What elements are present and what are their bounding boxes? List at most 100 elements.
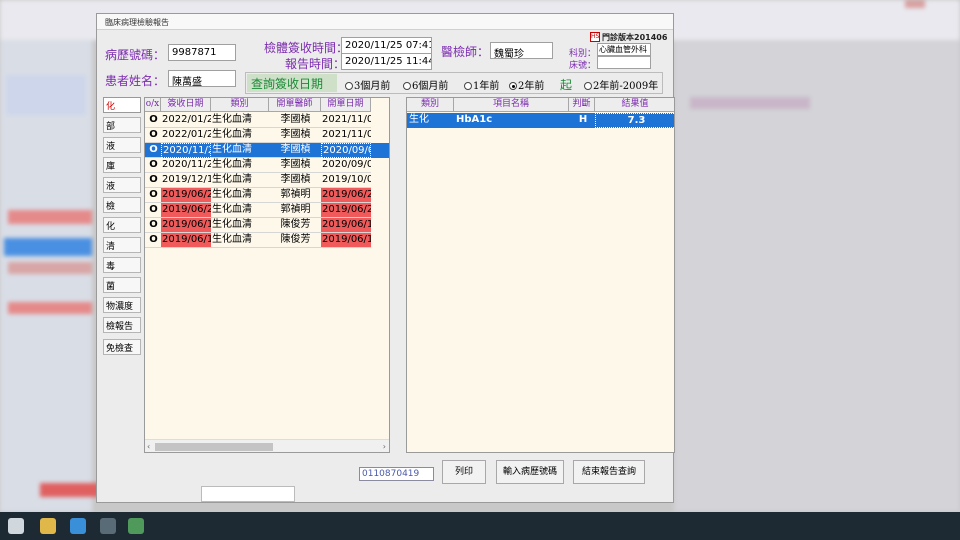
ox-cell: O bbox=[145, 113, 161, 128]
radio-label: 6個月前 bbox=[412, 81, 449, 92]
result-item-cell: HbA1c bbox=[456, 114, 493, 125]
side-button[interactable]: 清 bbox=[103, 237, 141, 253]
start-icon[interactable] bbox=[8, 518, 24, 534]
column-header-doctor[interactable]: 開單醫師 bbox=[269, 98, 321, 112]
radio-2-years[interactable]: 2年前 bbox=[509, 77, 544, 92]
browser-icon[interactable] bbox=[70, 518, 86, 534]
column-header-category[interactable]: 類別 bbox=[211, 98, 269, 112]
result-value-cell: 7.3 bbox=[595, 113, 674, 128]
side-button[interactable]: 庫 bbox=[103, 157, 141, 173]
order-date-cell: 2019/10/01 bbox=[321, 173, 371, 188]
lab-report-dialog: 臨床病理檢驗報告 病歷號碼： 9987871 患者姓名： 陳萬盛 檢體簽收時間：… bbox=[96, 13, 675, 503]
category-cell: 生化血清 bbox=[211, 158, 269, 173]
radio-2-years-2009[interactable]: 2年前-2009年 bbox=[584, 77, 658, 92]
scroll-left-icon[interactable]: ‹ bbox=[147, 440, 150, 452]
radio-6-months[interactable]: 6個月前 bbox=[403, 77, 448, 92]
since-label: 起 bbox=[560, 78, 573, 92]
radio-dot bbox=[403, 82, 411, 90]
column-header-category[interactable]: 類別 bbox=[407, 98, 454, 112]
table-row[interactable]: O 2022/01/21 生化血清 李國楨 2021/11/02 bbox=[145, 113, 389, 128]
sample-time-label: 檢體簽收時間： bbox=[264, 41, 349, 55]
order-date-cell: 2021/11/02 bbox=[321, 113, 371, 128]
side-button[interactable]: 檢 bbox=[103, 197, 141, 213]
scroll-thumb[interactable] bbox=[155, 443, 273, 451]
radio-dot bbox=[584, 82, 592, 90]
ox-cell: O bbox=[145, 173, 161, 188]
sign-date-cell: 2020/11/25 bbox=[161, 143, 211, 158]
table-row[interactable]: O 2019/06/22 生化血清 郭禎明 2019/06/21 bbox=[145, 188, 389, 203]
table-row[interactable]: O 2020/11/25 生化血清 李國楨 2020/09/08 bbox=[145, 158, 389, 173]
table-row[interactable]: O 2019/06/20 生化血清 郭禎明 2019/06/20 bbox=[145, 203, 389, 218]
sample-time-field: 2020/11/25 07:41 bbox=[341, 37, 432, 54]
category-cell: 生化血清 bbox=[211, 188, 269, 203]
table-row[interactable]: O 2019/06/16 生化血清 陳俊芳 2019/06/16 bbox=[145, 233, 389, 248]
ox-cell: O bbox=[145, 143, 161, 158]
doctor-cell: 李國楨 bbox=[269, 113, 321, 128]
column-header-order-date[interactable]: 開單日期 bbox=[321, 98, 371, 112]
order-date-cell: 2019/06/20 bbox=[321, 203, 371, 218]
sign-date-cell: 2022/01/21 bbox=[161, 128, 211, 143]
side-button[interactable]: 菌 bbox=[103, 277, 141, 293]
input-chart-no-button[interactable]: 輸入病歷號碼 bbox=[496, 460, 564, 484]
side-button[interactable]: 化 bbox=[103, 217, 141, 233]
app-icon[interactable] bbox=[100, 518, 116, 534]
sign-date-cell: 2019/06/22 bbox=[161, 188, 211, 203]
side-button[interactable]: 免檢查 bbox=[103, 339, 141, 355]
category-cell: 生化血清 bbox=[211, 218, 269, 233]
table-row[interactable]: O 2022/01/21 生化血清 李國楨 2021/11/02 bbox=[145, 128, 389, 143]
bed-field bbox=[597, 56, 651, 69]
print-button[interactable]: 列印 bbox=[442, 460, 486, 484]
taskbar bbox=[0, 512, 960, 540]
category-cell: 生化血清 bbox=[211, 113, 269, 128]
column-header-value[interactable]: 結果值 bbox=[595, 98, 674, 112]
side-button[interactable]: 部 bbox=[103, 117, 141, 133]
patient-name-label: 患者姓名： bbox=[105, 74, 166, 88]
side-button[interactable]: 液 bbox=[103, 177, 141, 193]
end-query-button[interactable]: 結束報告查詢 bbox=[573, 460, 645, 484]
result-row-selected[interactable]: 生化 HbA1c H 7.3 bbox=[407, 113, 674, 128]
radio-dot bbox=[464, 82, 472, 90]
sign-date-cell: 2019/12/18 bbox=[161, 173, 211, 188]
scroll-right-icon[interactable]: › bbox=[383, 440, 386, 452]
table-row-selected[interactable]: O 2020/11/25 生化血清 李國楨 2020/09/08 bbox=[145, 143, 389, 158]
side-button[interactable]: 毒 bbox=[103, 257, 141, 273]
doctor-cell: 李國楨 bbox=[269, 158, 321, 173]
column-header-item-name[interactable]: 項目名稱 bbox=[454, 98, 569, 112]
table-row[interactable]: O 2019/06/16 生化血清 陳俊芳 2019/06/16 bbox=[145, 218, 389, 233]
radio-label: 1年前 bbox=[473, 81, 500, 92]
table-row[interactable]: O 2019/12/18 生化血清 李國楨 2019/10/01 bbox=[145, 173, 389, 188]
bed-label: 床號： bbox=[569, 61, 597, 71]
side-button[interactable]: 檢報告 bbox=[103, 317, 141, 333]
result-flag-cell: H bbox=[578, 114, 588, 125]
order-date-cell: 2021/11/02 bbox=[321, 128, 371, 143]
report-time-field: 2020/11/25 11:44 bbox=[341, 53, 432, 70]
order-date-cell: 2020/09/08 bbox=[321, 158, 371, 173]
column-header-flag[interactable]: 判斷 bbox=[569, 98, 595, 112]
doctor-cell: 郭禎明 bbox=[269, 188, 321, 203]
technician-field: 魏蜀珍 bbox=[490, 42, 553, 59]
radio-label: 2年前-2009年 bbox=[593, 81, 659, 92]
column-header-sign-date[interactable]: 簽收日期 bbox=[161, 98, 211, 112]
side-button[interactable]: 物濃度 bbox=[103, 297, 141, 313]
side-button[interactable]: 化 bbox=[103, 97, 141, 113]
app-icon[interactable] bbox=[128, 518, 144, 534]
side-button[interactable]: 液 bbox=[103, 137, 141, 153]
radio-3-months[interactable]: 3個月前 bbox=[345, 77, 390, 92]
category-cell: 生化血清 bbox=[211, 203, 269, 218]
report-time-label: 報告時間： bbox=[285, 57, 346, 71]
category-cell: 生化血清 bbox=[211, 143, 269, 158]
doctor-cell: 郭禎明 bbox=[269, 203, 321, 218]
doctor-cell: 李國楨 bbox=[269, 143, 321, 158]
radio-1-year[interactable]: 1年前 bbox=[464, 77, 499, 92]
patient-name-field[interactable]: 陳萬盛 bbox=[168, 70, 236, 87]
sign-date-cell: 2019/06/20 bbox=[161, 203, 211, 218]
column-header-ox[interactable]: o/x bbox=[145, 98, 161, 112]
horizontal-scrollbar[interactable]: ‹ › bbox=[145, 439, 389, 452]
sign-date-cell: 2019/06/16 bbox=[161, 233, 211, 248]
blank-input[interactable] bbox=[201, 486, 295, 502]
order-date-cell: 2019/06/21 bbox=[321, 188, 371, 203]
ox-cell: O bbox=[145, 158, 161, 173]
folder-icon[interactable] bbox=[40, 518, 56, 534]
chart-no-label: 病歷號碼： bbox=[105, 48, 166, 62]
chart-no-field[interactable]: 9987871 bbox=[168, 44, 236, 61]
